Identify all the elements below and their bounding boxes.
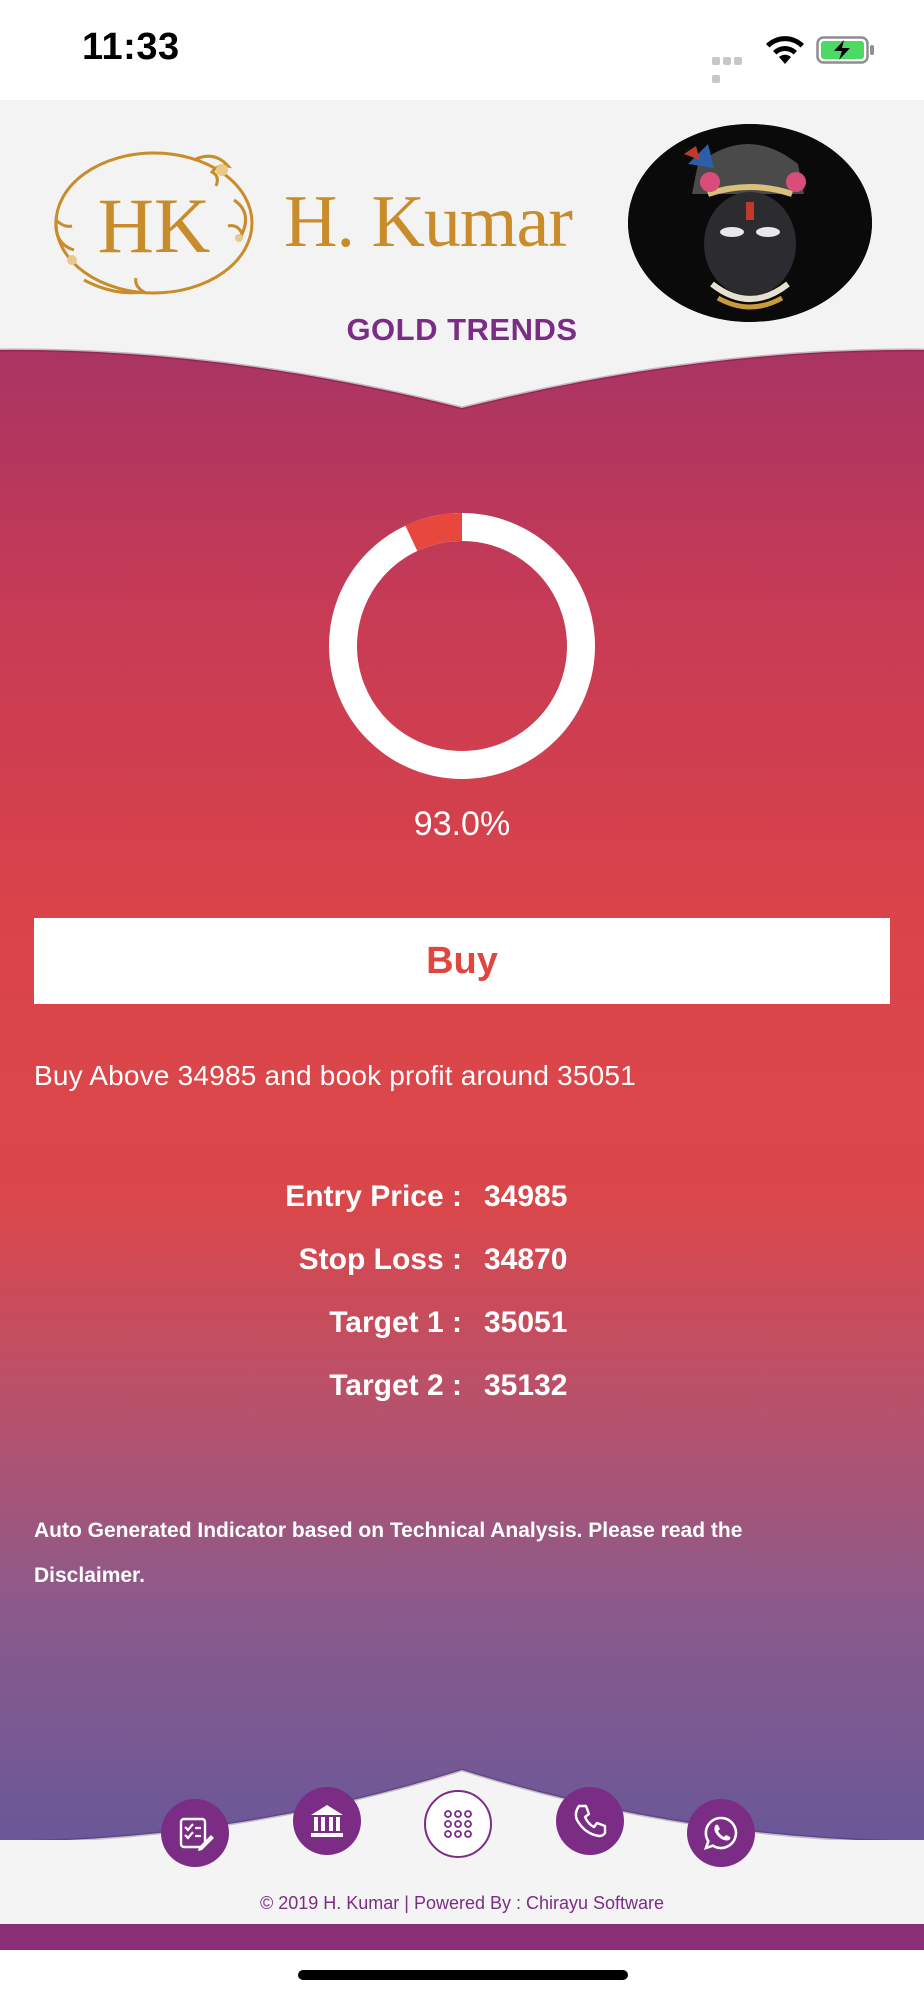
donut-track — [329, 513, 595, 779]
deity-image — [628, 124, 872, 322]
signal-instruction: Buy Above 34985 and book profit around 3… — [34, 1060, 636, 1091]
whatsapp-icon — [703, 1816, 738, 1851]
logo-monogram: HK — [98, 182, 211, 269]
nav-call-button[interactable] — [556, 1787, 624, 1855]
detail-label: Target 2 : — [329, 1369, 462, 1402]
detail-value: 34985 — [484, 1180, 568, 1213]
detail-value: 35051 — [484, 1306, 568, 1339]
bank-icon — [311, 1805, 343, 1837]
detail-label: Target 1 : — [329, 1306, 462, 1339]
footer-copyright: © 2019 H. Kumar | Powered By : Chirayu S… — [259, 1893, 665, 1913]
detail-label: Stop Loss : — [298, 1243, 462, 1276]
disclaimer-text: Auto Generated Indicator based on Techni… — [34, 1519, 743, 1587]
buy-button[interactable]: Buy — [34, 918, 890, 1004]
detail-row-stop-loss: Stop Loss : 34870 — [0, 1243, 924, 1303]
nav-checklist-button[interactable] — [161, 1799, 229, 1867]
hk-logo: HK — [54, 151, 254, 295]
wifi-icon — [766, 36, 804, 64]
brand-name: H. Kumar — [284, 181, 573, 263]
donut-remainder-arc — [405, 513, 463, 552]
detail-value: 34870 — [484, 1243, 568, 1276]
cellular-signal-icon — [712, 52, 754, 83]
detail-label: Entry Price : — [285, 1180, 462, 1213]
page-title: GOLD TRENDS — [346, 312, 578, 347]
nav-whatsapp-button[interactable] — [687, 1799, 755, 1867]
grid-menu-icon — [444, 1810, 472, 1838]
nav-menu-button[interactable] — [424, 1790, 492, 1858]
indicator-percent: 93.0% — [413, 805, 511, 843]
trend-donut-chart — [329, 513, 595, 779]
nav-bank-button[interactable] — [293, 1787, 361, 1855]
checklist-edit-icon — [179, 1817, 214, 1851]
detail-row-entry-price: Entry Price : 34985 — [0, 1180, 924, 1240]
phone-icon — [574, 1804, 607, 1838]
detail-row-target-1: Target 1 : 35051 — [0, 1306, 924, 1366]
home-indicator[interactable] — [298, 1970, 628, 1980]
battery-charging-icon — [816, 36, 874, 64]
detail-value: 35132 — [484, 1369, 568, 1402]
status-time: 11:33 — [82, 26, 180, 68]
footer-strip — [0, 1924, 924, 1950]
detail-row-target-2: Target 2 : 35132 — [0, 1369, 924, 1429]
